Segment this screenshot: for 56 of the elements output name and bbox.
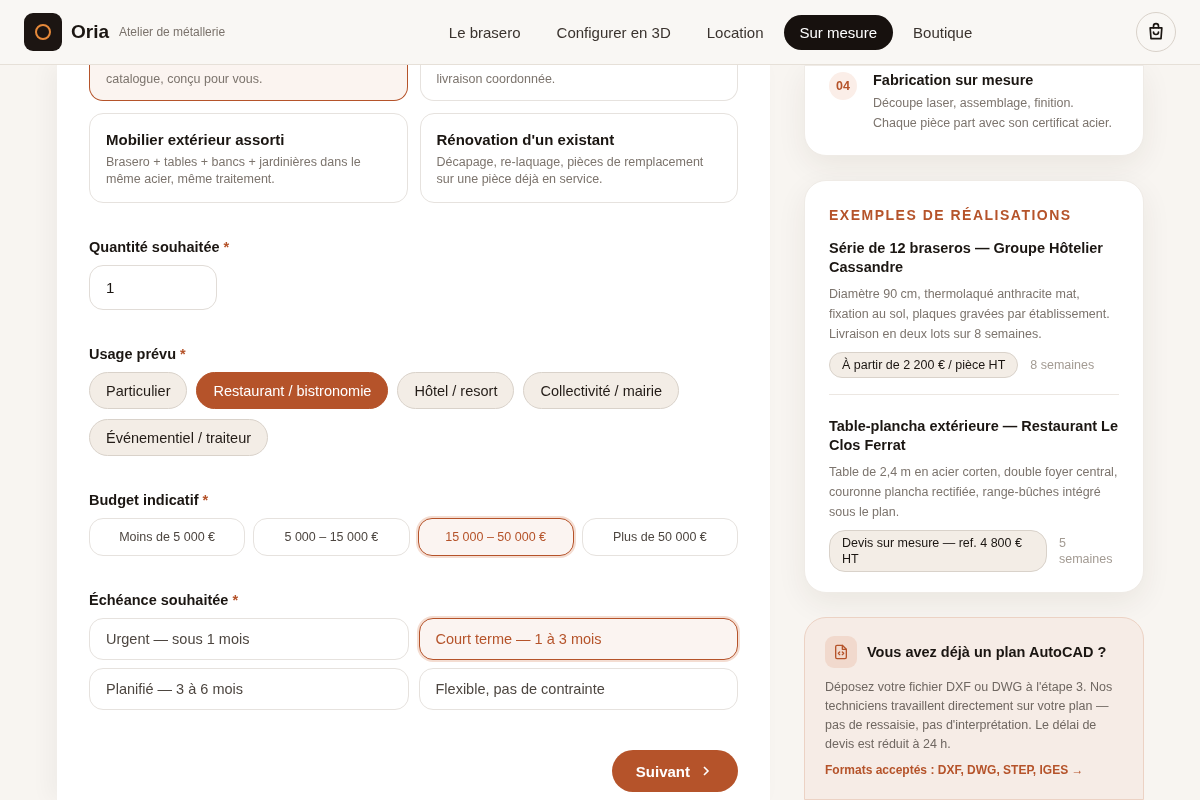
card-description: catalogue, conçu pour vous. <box>106 71 264 88</box>
project-type-card[interactable]: livraison coordonnée. <box>419 65 738 101</box>
field-label: Quantité souhaitée * <box>89 239 231 255</box>
card-title: Vous avez déjà un plan AutoCAD ? <box>867 644 1107 660</box>
formats-link[interactable]: Formats acceptés : DXF, DWG, STEP, IGES → <box>825 763 1084 777</box>
project-type-card[interactable]: Rénovation d'un existant Décapage, re-laquage, pièces de remplacement sur une pièce déjà en service. <box>419 113 738 203</box>
card-title: Mobilier extérieur assorti <box>106 131 286 148</box>
step-title: Fabrication sur mesure <box>873 72 1035 88</box>
budget-option[interactable]: Plus de 50 000 € <box>581 518 738 556</box>
quantity-input[interactable]: 1 <box>89 265 217 310</box>
step-number: 04 <box>829 72 857 100</box>
card-text: Déposez votre fichier DXF ou DWG à l'étape 3. Nos techniciens travaillent directement sur votre plan — pas de ressaisie, pas d'interprétation. Le délai de devis est réduit à 24 h. <box>825 679 1114 753</box>
field-label: Échéance souhaitée * <box>89 592 240 608</box>
step-description: Chaque pièce part avec son certificat acier. <box>873 115 1113 132</box>
deadline-option[interactable]: Planifié — 3 à 6 mois <box>89 668 409 710</box>
price-tag: Devis sur mesure — ref. 4 800 € HT <box>829 530 1047 572</box>
code-file-icon <box>825 636 857 668</box>
field-label: Budget indicatif * <box>89 492 210 508</box>
logo-icon <box>24 13 62 51</box>
example-description: Diamètre 90 cm, thermolaqué anthracite mat, fixation au sol, plaques gravées par établissement. Livraison en deux lots sur 8 semaines. <box>829 286 1111 343</box>
budget-option[interactable]: 5 000 – 15 000 € <box>253 518 410 556</box>
chevron-right-icon <box>700 765 712 777</box>
budget-option[interactable]: Moins de 5 000 € <box>89 518 246 556</box>
card-title: Rénovation d'un existant <box>436 131 616 148</box>
nav-link[interactable]: Le brasero <box>432 14 537 50</box>
next-button[interactable]: Suivant <box>611 750 738 792</box>
price-tag: À partir de 2 200 € / pièce HT <box>829 352 1019 378</box>
field-label: Usage prévu * <box>89 346 187 362</box>
budget-option[interactable]: 15 000 – 50 000 € <box>417 518 574 556</box>
card-description: Décapage, re-laquage, pièces de remplacement sur une pièce déjà en service. <box>436 154 705 188</box>
usage-chip[interactable]: Hôtel / resort <box>397 372 515 409</box>
usage-chip[interactable]: Collectivité / mairie <box>523 372 680 409</box>
usage-chip[interactable]: Particulier <box>89 372 188 409</box>
nav-link[interactable]: Configurer en 3D <box>540 14 687 50</box>
brand-name: Oria <box>71 21 110 43</box>
section-heading: EXEMPLES DE RÉALISATIONS <box>829 207 1073 223</box>
deadline-option[interactable]: Urgent — sous 1 mois <box>89 618 409 660</box>
usage-chip[interactable]: Événementiel / traiteur <box>89 419 269 456</box>
nav-link[interactable]: Location <box>690 14 780 50</box>
brand-tagline: Atelier de métallerie <box>119 25 226 39</box>
example-title: Table-plancha extérieure — Restaurant Le Clos Ferrat <box>829 417 1119 455</box>
deadline-option[interactable]: Flexible, pas de contrainte <box>418 668 738 710</box>
duration-text: 5 semaines <box>1059 535 1114 567</box>
card-description: livraison coordonnée. <box>436 71 557 88</box>
usage-chip[interactable]: Restaurant / bistronomie <box>196 372 389 409</box>
nav-link[interactable]: Sur mesure <box>783 14 894 50</box>
shopping-bag-icon <box>1146 22 1166 42</box>
nav-link[interactable]: Boutique <box>897 14 989 50</box>
project-type-card[interactable]: Mobilier extérieur assorti Brasero + tables + bancs + jardinières dans le même acier, même traitement. <box>89 113 408 203</box>
project-type-card[interactable]: catalogue, conçu pour vous. <box>89 65 408 101</box>
deadline-option[interactable]: Court terme — 1 à 3 mois <box>418 618 738 660</box>
card-description: Brasero + tables + bancs + jardinières dans le même acier, même traitement. <box>106 154 362 188</box>
step-description: Découpe laser, assemblage, finition. <box>873 95 1075 112</box>
duration-text: 8 semaines <box>1030 357 1096 373</box>
example-description: Table de 2,4 m en acier corten, double foyer central, couronne plancha rectifiée, range-bûches intégré sous le plan. <box>829 464 1119 521</box>
example-title: Série de 12 braseros — Groupe Hôtelier Cassandre <box>829 239 1104 277</box>
